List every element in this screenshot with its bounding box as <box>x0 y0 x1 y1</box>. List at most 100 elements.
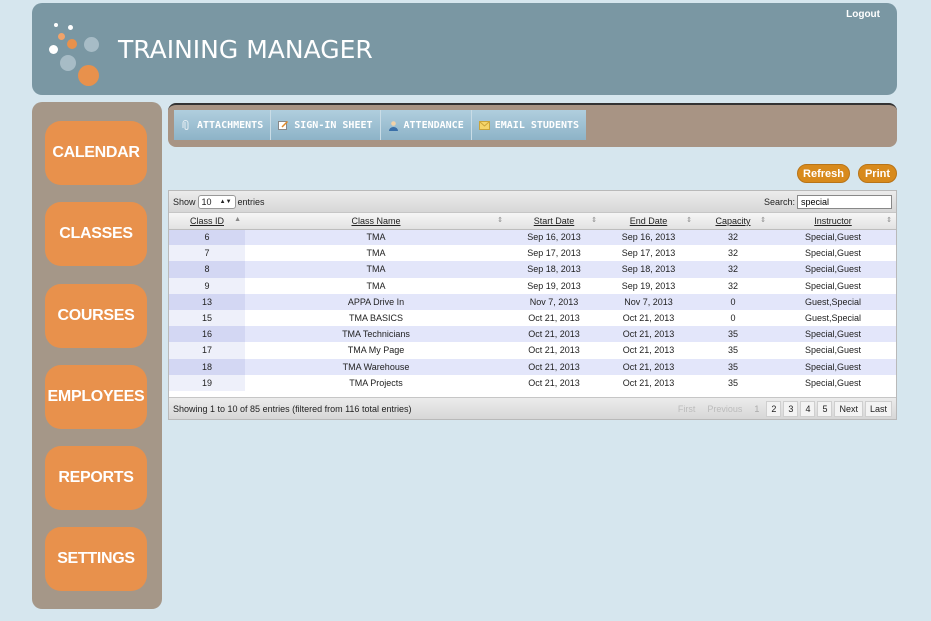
cell-class-id: 6 <box>169 229 245 246</box>
attendance-button[interactable]: ATTENDANCE <box>380 110 472 140</box>
page-length-value: 10 <box>201 196 212 207</box>
col-header-capacity[interactable]: Capacity ⇕ <box>696 213 770 230</box>
sort-icon: ⇕ <box>686 217 692 224</box>
page-5-button[interactable]: 5 <box>817 400 833 417</box>
table-row[interactable]: 17 TMA My Page Oct 21, 2013 Oct 21, 2013… <box>169 342 896 359</box>
cell-instructor: Special,Guest <box>770 229 896 246</box>
app-title: TRAINING MANAGER <box>118 35 373 64</box>
last-page-button[interactable]: Last <box>864 400 892 417</box>
logout-link[interactable]: Logout <box>846 9 880 20</box>
col-header-class-name[interactable]: Class Name ⇕ <box>245 213 507 230</box>
cell-class-id: 16 <box>169 326 245 343</box>
cell-instructor: Special,Guest <box>770 374 896 391</box>
cell-instructor: Guest,Special <box>770 309 896 327</box>
attendance-label: ATTENDANCE <box>403 119 464 131</box>
table-row[interactable]: 19 TMA Projects Oct 21, 2013 Oct 21, 201… <box>169 374 896 391</box>
sort-icon: ⇕ <box>886 217 892 224</box>
sidebar-item-courses[interactable]: COURSES <box>45 284 147 348</box>
cell-class-id: 13 <box>169 293 245 310</box>
cell-class-name: TMA BASICS <box>245 309 507 327</box>
col-label: Class ID <box>189 215 224 226</box>
cell-end-date: Sep 16, 2013 <box>601 229 696 246</box>
cell-class-id: 8 <box>169 261 245 278</box>
cell-class-name: TMA Projects <box>245 374 507 391</box>
email-students-label: EMAIL STUDENTS <box>494 119 580 131</box>
table-row[interactable]: 6 TMA Sep 16, 2013 Sep 16, 2013 32 Speci… <box>169 229 896 246</box>
app-header: TRAINING MANAGER Logout <box>32 3 897 95</box>
sidebar: CALENDAR CLASSES COURSES EMPLOYEES REPOR… <box>32 102 162 609</box>
cell-class-name: APPA Drive In <box>245 293 507 310</box>
cell-class-name: TMA Technicians <box>245 326 507 343</box>
cell-start-date: Nov 7, 2013 <box>507 293 601 310</box>
page-2-button[interactable]: 2 <box>766 400 782 417</box>
sidebar-item-calendar[interactable]: CALENDAR <box>45 121 147 185</box>
cell-capacity: 0 <box>696 309 770 327</box>
col-header-instructor[interactable]: Instructor ⇕ <box>770 213 896 230</box>
table-bottom-bar: Showing 1 to 10 of 85 entries (filtered … <box>169 397 896 419</box>
col-label: Start Date <box>533 215 575 226</box>
cell-capacity: 0 <box>696 293 770 310</box>
cell-end-date: Sep 19, 2013 <box>601 277 696 294</box>
search-control: Search: <box>764 194 892 209</box>
col-label: Capacity <box>715 215 751 226</box>
cell-start-date: Sep 16, 2013 <box>507 229 601 246</box>
cell-class-name: TMA <box>245 229 507 246</box>
cell-end-date: Sep 18, 2013 <box>601 261 696 278</box>
sidebar-item-reports[interactable]: REPORTS <box>45 446 147 510</box>
cell-end-date: Oct 21, 2013 <box>601 309 696 327</box>
envelope-icon <box>478 120 490 131</box>
sidebar-item-classes[interactable]: CLASSES <box>45 202 147 266</box>
page-3-button[interactable]: 3 <box>783 400 799 417</box>
col-header-class-id[interactable]: Class ID ▲ <box>169 213 245 230</box>
table-row[interactable]: 9 TMA Sep 19, 2013 Sep 19, 2013 32 Speci… <box>169 277 896 294</box>
cell-instructor: Special,Guest <box>770 326 896 343</box>
sign-in-sheet-label: SIGN-IN SHEET <box>294 119 373 131</box>
cell-start-date: Oct 21, 2013 <box>507 326 601 343</box>
cell-capacity: 32 <box>696 229 770 246</box>
col-header-start-date[interactable]: Start Date ⇕ <box>507 213 601 230</box>
action-toolbar: ATTACHMENTS SIGN-IN SHEET ATTENDANCE EMA… <box>168 103 897 147</box>
table-row[interactable]: 16 TMA Technicians Oct 21, 2013 Oct 21, … <box>169 326 896 343</box>
attachments-button[interactable]: ATTACHMENTS <box>174 110 272 140</box>
refresh-button[interactable]: Refresh <box>797 164 850 183</box>
table-row[interactable]: 7 TMA Sep 17, 2013 Sep 17, 2013 32 Speci… <box>169 245 896 262</box>
cell-end-date: Oct 21, 2013 <box>601 358 696 375</box>
next-page-button[interactable]: Next <box>834 400 863 417</box>
sort-icon: ⇕ <box>591 217 597 224</box>
sort-asc-icon: ▲ <box>234 216 241 223</box>
app-logo <box>48 11 118 87</box>
cell-start-date: Oct 21, 2013 <box>507 358 601 375</box>
sort-icon: ⇕ <box>497 217 503 224</box>
table-row[interactable]: 15 TMA BASICS Oct 21, 2013 Oct 21, 2013 … <box>169 309 896 327</box>
cell-start-date: Sep 19, 2013 <box>507 277 601 294</box>
sidebar-item-settings[interactable]: SETTINGS <box>45 527 147 591</box>
col-header-end-date[interactable]: End Date ⇕ <box>601 213 696 230</box>
table-row[interactable]: 8 TMA Sep 18, 2013 Sep 18, 2013 32 Speci… <box>169 261 896 278</box>
sidebar-item-employees[interactable]: EMPLOYEES <box>45 365 147 429</box>
page-1-button[interactable]: 1 <box>749 401 764 417</box>
attachments-label: ATTACHMENTS <box>197 119 264 131</box>
entries-label: entries <box>237 196 265 207</box>
cell-class-id: 9 <box>169 277 245 294</box>
page-length-select[interactable]: 10 ▲▼ <box>197 194 236 209</box>
cell-start-date: Oct 21, 2013 <box>507 309 601 327</box>
cell-end-date: Oct 21, 2013 <box>601 326 696 343</box>
cell-instructor: Special,Guest <box>770 245 896 262</box>
page-4-button[interactable]: 4 <box>800 400 816 417</box>
table-info: Showing 1 to 10 of 85 entries (filtered … <box>173 403 412 414</box>
edit-icon <box>278 120 289 131</box>
cell-class-id: 17 <box>169 342 245 359</box>
cell-class-id: 7 <box>169 245 245 262</box>
previous-page-button[interactable]: Previous <box>702 401 747 417</box>
search-input[interactable] <box>797 194 892 209</box>
table-row[interactable]: 13 APPA Drive In Nov 7, 2013 Nov 7, 2013… <box>169 293 896 310</box>
email-students-button[interactable]: EMAIL STUDENTS <box>471 110 587 140</box>
print-button[interactable]: Print <box>858 164 897 183</box>
cell-capacity: 35 <box>696 342 770 359</box>
cell-class-name: TMA <box>245 277 507 294</box>
table-row[interactable]: 18 TMA Warehouse Oct 21, 2013 Oct 21, 20… <box>169 358 896 375</box>
first-page-button[interactable]: First <box>673 401 701 417</box>
col-label: Class Name <box>351 215 401 226</box>
show-label: Show <box>173 196 196 207</box>
sign-in-sheet-button[interactable]: SIGN-IN SHEET <box>271 110 381 140</box>
